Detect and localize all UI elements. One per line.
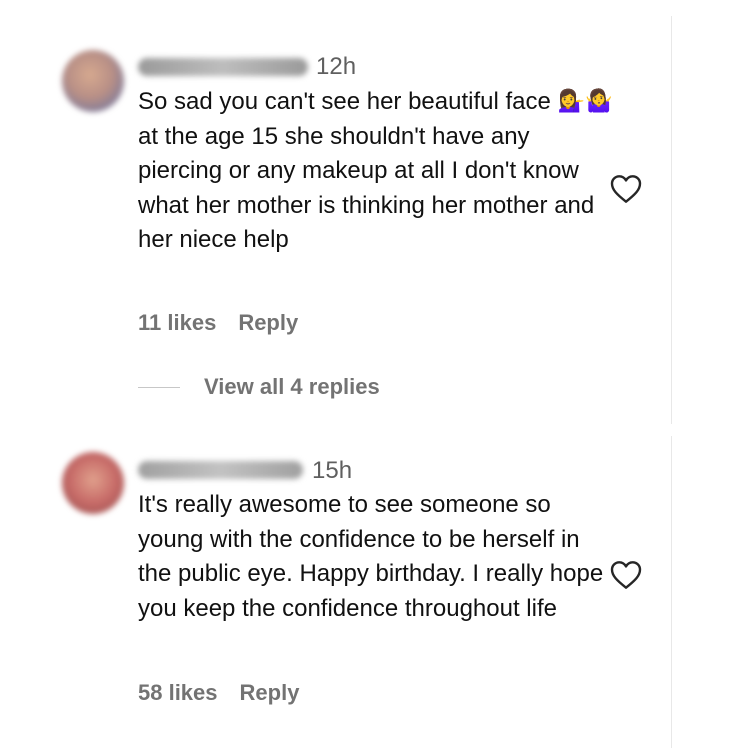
emoji-person-shrugging: 🤷‍♀️ [584, 89, 613, 114]
comments-panel: 12h So sad you can't see her beautiful f… [0, 0, 748, 748]
vertical-divider [671, 436, 672, 748]
avatar[interactable] [62, 50, 124, 112]
comment-text-start: So sad you can't see her beautiful face [138, 88, 558, 115]
username-blurred[interactable] [138, 461, 303, 479]
likes-count[interactable]: 11 likes [138, 310, 216, 335]
comment-actions: 11 likes Reply [138, 310, 320, 336]
emoji-person-tipping-hand: 💁‍♀️ [557, 89, 585, 114]
comment-timestamp: 12h [316, 53, 357, 80]
replies-divider-line [138, 386, 180, 388]
view-replies-label[interactable]: View all 4 replies [204, 374, 380, 400]
vertical-divider [671, 16, 672, 424]
comment-text: It's really awesome to see someone so yo… [138, 491, 604, 622]
comment-actions: 58 likes Reply [138, 680, 321, 706]
comment: 12h So sad you can't see her beautiful f… [0, 0, 671, 420]
reply-button[interactable]: Reply [240, 680, 300, 705]
comment-timestamp: 15h [312, 457, 353, 484]
reply-button[interactable]: Reply [238, 310, 298, 335]
comment: 15h It's really awesome to see someone s… [0, 420, 671, 748]
comment-text-end: at the age 15 she shouldn't have any pie… [138, 122, 595, 254]
heart-outline-icon[interactable] [610, 174, 642, 204]
heart-outline-icon[interactable] [610, 560, 642, 590]
likes-count[interactable]: 58 likes [138, 680, 218, 705]
username-blurred[interactable] [138, 58, 308, 76]
avatar[interactable] [62, 452, 124, 514]
view-replies-button[interactable]: View all 4 replies [138, 374, 380, 400]
comment-text: So sad you can't see her beautiful face … [138, 85, 618, 258]
